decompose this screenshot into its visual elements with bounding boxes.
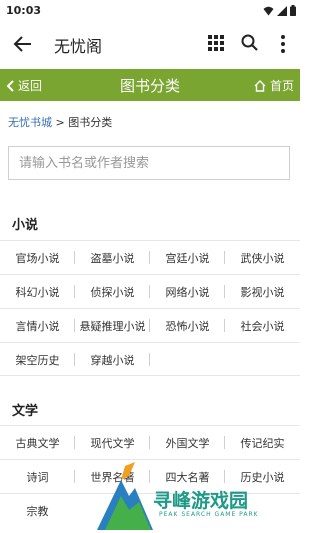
breadcrumb-home-link[interactable]: 无忧书城: [8, 116, 52, 129]
category-row: 架空历史 穿越小说: [0, 342, 300, 376]
category-row: 官场小说 盗墓小说 宫廷小说 武侠小说: [0, 240, 300, 274]
category-item[interactable]: 诗词: [0, 460, 75, 493]
status-icons: [263, 5, 296, 16]
category-row: 科幻小说 侦探小说 网络小说 影视小说: [0, 274, 300, 308]
category-row: 古典文学 现代文学 外国文学 传记纪实: [0, 425, 300, 459]
breadcrumb-current: 图书分类: [68, 116, 113, 129]
battery-icon: [290, 5, 296, 16]
breadcrumb: 无忧书城 > 图书分类: [8, 114, 112, 130]
app-bar: 无忧阁: [0, 22, 300, 66]
category-item[interactable]: 恐怖小说: [150, 309, 225, 342]
banner-home-label: 首页: [269, 79, 294, 93]
back-arrow-icon[interactable]: [12, 33, 34, 55]
category-item[interactable]: 官场小说: [0, 241, 75, 274]
section-title-literature: 文学: [12, 404, 39, 419]
category-item[interactable]: 悬疑推理小说: [75, 309, 150, 342]
watermark-subtitle: PEAK SEARCH GAME PARK: [159, 511, 259, 518]
category-item[interactable]: 宗教: [0, 494, 75, 527]
category-item[interactable]: 社会小说: [225, 309, 300, 342]
status-bar: 10:03: [0, 0, 300, 22]
watermark: 寻峰游戏园 PEAK SEARCH GAME PARK: [95, 460, 300, 533]
category-item[interactable]: 宫廷小说: [150, 241, 225, 274]
search-icon[interactable]: [240, 33, 260, 53]
search-box: [8, 146, 290, 180]
search-input[interactable]: [9, 147, 289, 179]
category-item[interactable]: 言情小说: [0, 309, 75, 342]
category-item[interactable]: 古典文学: [0, 426, 75, 459]
more-vert-icon[interactable]: [278, 34, 288, 54]
category-item[interactable]: 架空历史: [0, 343, 75, 376]
category-grid-novel: 官场小说 盗墓小说 宫廷小说 武侠小说 科幻小说 侦探小说 网络小说 影视小说 …: [0, 240, 300, 376]
wifi-icon: [263, 6, 274, 15]
category-item[interactable]: 影视小说: [225, 275, 300, 308]
apps-grid-icon[interactable]: [208, 35, 224, 51]
breadcrumb-separator: >: [55, 116, 65, 129]
category-item[interactable]: 科幻小说: [0, 275, 75, 308]
status-time: 10:03: [6, 4, 42, 17]
category-item[interactable]: 穿越小说: [75, 343, 150, 376]
category-item[interactable]: 武侠小说: [225, 241, 300, 274]
home-icon: [254, 79, 266, 92]
category-item[interactable]: 网络小说: [150, 275, 225, 308]
category-item[interactable]: 现代文学: [75, 426, 150, 459]
category-item[interactable]: 外国文学: [150, 426, 225, 459]
watermark-title: 寻峰游戏园: [153, 490, 249, 512]
category-row: 言情小说 悬疑推理小说 恐怖小说 社会小说: [0, 308, 300, 342]
watermark-logo-icon: [97, 462, 153, 530]
banner-home-button[interactable]: 首页: [254, 77, 294, 94]
category-item[interactable]: 传记纪实: [225, 426, 300, 459]
signal-icon: [277, 5, 287, 16]
section-title-novel: 小说: [12, 218, 39, 233]
category-item[interactable]: 盗墓小说: [75, 241, 150, 274]
app-title: 无忧阁: [54, 37, 103, 56]
category-item[interactable]: 侦探小说: [75, 275, 150, 308]
category-banner: 返回 图书分类 首页: [0, 69, 300, 101]
